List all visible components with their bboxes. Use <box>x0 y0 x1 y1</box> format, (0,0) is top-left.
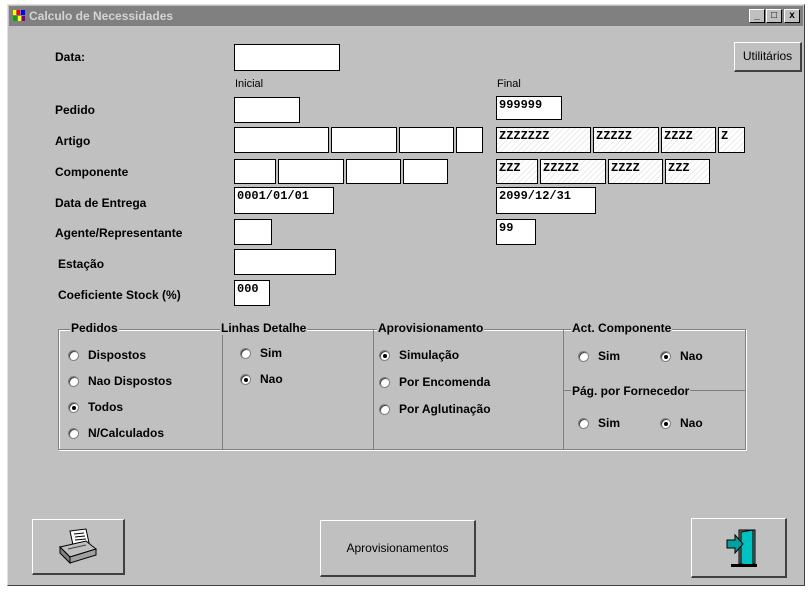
aprov-aglutinacao-radio[interactable]: Por Aglutinação <box>379 402 491 416</box>
radio-label: Nao <box>680 349 703 363</box>
componente-final-3[interactable]: ZZZZ <box>608 159 663 184</box>
radio-dot <box>379 376 390 388</box>
radio-label: Por Encomenda <box>399 375 491 389</box>
radio-dot <box>68 427 79 439</box>
pedido-final-field[interactable]: 999999 <box>496 96 562 120</box>
radio-dot <box>68 349 79 361</box>
print-button[interactable] <box>32 519 125 575</box>
main-window: Calculo de Necessidades _ □ x Utilitário… <box>7 4 805 586</box>
radio-dot <box>578 417 589 429</box>
act-group-title: Act. Componente <box>571 321 673 335</box>
pedidos-n-calculados-radio[interactable]: N/Calculados <box>68 426 164 440</box>
componente-label: Componente <box>55 165 129 179</box>
inicial-header: Inicial <box>235 78 264 90</box>
artigo-final-1[interactable]: ZZZZZZZ <box>496 127 591 153</box>
data-field[interactable] <box>234 44 340 71</box>
radio-label: N/Calculados <box>88 426 165 440</box>
radio-label: Nao <box>260 372 283 386</box>
divider-2 <box>373 329 374 450</box>
pedido-label: Pedido <box>55 103 96 117</box>
radio-dot-selected <box>379 349 390 361</box>
utilitarios-button[interactable]: Utilitários <box>734 42 802 72</box>
radio-label: Nao Dispostos <box>88 374 173 388</box>
radio-dot-selected <box>660 417 671 429</box>
pag-group-title: Pág. por Fornecedor <box>571 384 691 398</box>
aprov-simulacao-radio[interactable]: Simulação <box>379 348 459 362</box>
estacao-label: Estação <box>58 257 105 271</box>
radio-dot-selected <box>660 350 671 362</box>
aprov-encomenda-radio[interactable]: Por Encomenda <box>379 375 490 389</box>
close-button[interactable]: x <box>784 9 800 23</box>
coeficiente-label: Coeficiente Stock (%) <box>58 288 181 302</box>
coeficiente-field[interactable]: 000 <box>234 280 270 306</box>
window-title: Calculo de Necessidades <box>29 9 174 23</box>
agente-label: Agente/Representante <box>55 226 183 240</box>
artigo-inicial-2[interactable] <box>331 127 397 153</box>
pedido-inicial-field[interactable] <box>234 97 300 123</box>
linhas-sim-radio[interactable]: Sim <box>240 346 282 360</box>
artigo-final-2[interactable]: ZZZZZ <box>593 127 659 153</box>
artigo-inicial-4[interactable] <box>456 127 483 153</box>
title-bar: Calculo de Necessidades _ □ x <box>9 6 803 26</box>
radio-dot-selected <box>68 401 79 413</box>
entrega-inicial-field[interactable]: 0001/01/01 <box>234 187 334 214</box>
pag-sim-radio[interactable]: Sim <box>578 416 620 430</box>
pedidos-nao-dispostos-radio[interactable]: Nao Dispostos <box>68 374 172 388</box>
exit-door-icon <box>726 529 757 567</box>
agente-inicial-field[interactable] <box>234 219 272 245</box>
radio-label: Sim <box>260 346 283 360</box>
act-nao-radio[interactable]: Nao <box>660 349 703 363</box>
radio-dot <box>240 347 251 359</box>
componente-final-2[interactable]: ZZZZZ <box>540 159 606 184</box>
artigo-inicial-1[interactable] <box>234 127 329 153</box>
radio-label: Sim <box>598 349 621 363</box>
pedidos-todos-radio[interactable]: Todos <box>68 400 123 414</box>
aprovisionamentos-button[interactable]: Aprovisionamentos <box>320 520 476 577</box>
divider-1 <box>222 329 223 450</box>
agente-final-field[interactable]: 99 <box>496 219 536 245</box>
artigo-inicial-3[interactable] <box>399 127 454 153</box>
radio-label: Simulação <box>399 348 460 362</box>
componente-final-1[interactable]: ZZZ <box>496 159 538 184</box>
radio-label: Dispostos <box>88 348 147 362</box>
act-sim-radio[interactable]: Sim <box>578 349 620 363</box>
entrega-label: Data de Entrega <box>55 196 147 210</box>
linhas-group-title: Linhas Detalhe <box>220 321 308 335</box>
radio-label: Sim <box>598 416 621 430</box>
pedidos-dispostos-radio[interactable]: Dispostos <box>68 348 146 362</box>
artigo-final-4[interactable]: Z <box>718 127 745 153</box>
artigo-label: Artigo <box>55 134 91 148</box>
componente-inicial-4[interactable] <box>403 159 448 184</box>
linhas-nao-radio[interactable]: Nao <box>240 372 283 386</box>
entrega-final-field[interactable]: 2099/12/31 <box>496 187 596 214</box>
pag-nao-radio[interactable]: Nao <box>660 416 703 430</box>
aprov-group-title: Aprovisionamento <box>377 321 485 335</box>
radio-label: Nao <box>680 416 703 430</box>
radio-label: Todos <box>88 400 124 414</box>
minimize-button[interactable]: _ <box>749 9 765 23</box>
pedidos-group-title: Pedidos <box>70 321 119 335</box>
componente-inicial-1[interactable] <box>234 159 276 184</box>
artigo-final-3[interactable]: ZZZZ <box>661 127 716 153</box>
componente-final-4[interactable]: ZZZ <box>665 159 710 184</box>
printer-icon <box>59 528 98 565</box>
radio-dot-selected <box>240 373 251 385</box>
estacao-field[interactable] <box>234 249 336 275</box>
exit-button[interactable] <box>691 518 787 578</box>
maximize-button[interactable]: □ <box>766 9 782 23</box>
radio-dot <box>379 403 390 415</box>
componente-inicial-2[interactable] <box>278 159 344 184</box>
data-label: Data: <box>55 50 86 64</box>
app-icon <box>12 9 26 22</box>
final-header: Final <box>497 78 521 90</box>
radio-dot <box>68 375 79 387</box>
radio-dot <box>578 350 589 362</box>
componente-inicial-3[interactable] <box>346 159 401 184</box>
radio-label: Por Aglutinação <box>399 402 491 416</box>
